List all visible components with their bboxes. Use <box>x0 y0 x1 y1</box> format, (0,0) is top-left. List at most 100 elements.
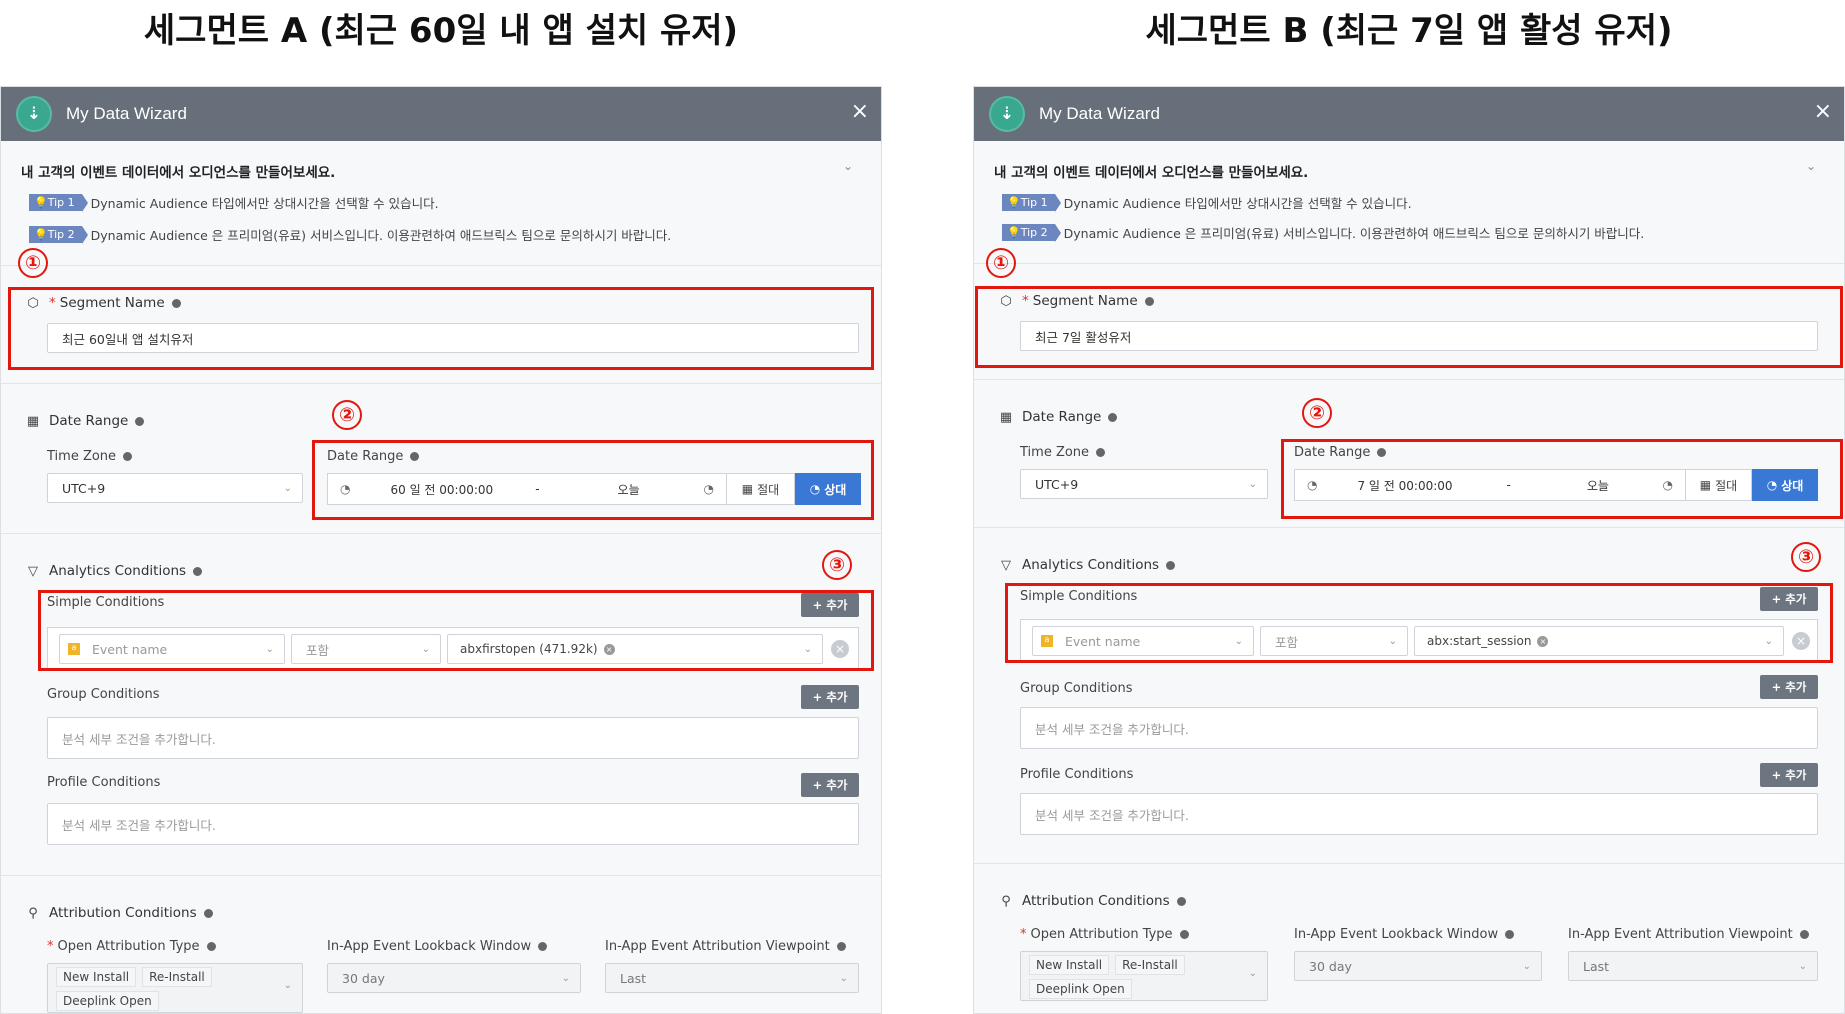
filter-icon: ▽ <box>28 563 38 579</box>
marker-2: ② <box>1302 398 1332 428</box>
chevron-down-icon: ⌄ <box>1248 968 1257 979</box>
attr-tag: Re-Install <box>142 967 212 987</box>
segment-a-heading: 세그먼트 A (최근 60일 내 앱 설치 유저) <box>143 11 739 51</box>
tip-badge: 💡Tip 1 <box>1002 194 1061 212</box>
chevron-down-icon: ⌄ <box>1798 960 1807 972</box>
titlebar: ⇣ My Data Wizard × <box>974 87 1844 141</box>
chevron-down-icon: ⌄ <box>561 972 570 984</box>
add-group-condition-button[interactable]: + 추가 <box>1760 675 1818 699</box>
lookback-label: In-App Event Lookback Window <box>1294 927 1515 942</box>
attr-tag: New Install <box>1029 955 1110 975</box>
wizard-description: 내 고객의 이벤트 데이터에서 오디언스를 만들어보세요. <box>994 165 1309 181</box>
date-range-title: ▦ Date Range <box>998 409 1118 425</box>
date-range-title: ▦ Date Range <box>25 413 145 429</box>
tip-badge: 💡Tip 2 <box>1002 224 1061 242</box>
attr-tag: Deeplink Open <box>56 990 159 1011</box>
open-attribution-select[interactable]: New Install Re-Install Deeplink Open ⌄ <box>1020 951 1268 1001</box>
highlight-simple-conditions <box>38 590 874 671</box>
highlight-date-range <box>1281 439 1843 519</box>
time-zone-select[interactable]: UTC+9 ⌄ <box>1020 469 1268 499</box>
calendar-icon: ▦ <box>999 409 1013 425</box>
segment-a-column: 세그먼트 A (최근 60일 내 앱 설치 유저) ⇣ My Data Wiza… <box>0 0 882 1014</box>
info-icon <box>135 416 145 426</box>
lookback-label: In-App Event Lookback Window <box>327 939 548 954</box>
close-icon[interactable]: × <box>851 99 869 125</box>
app-logo-icon: ⇣ <box>16 96 52 132</box>
viewpoint-select[interactable]: Last ⌄ <box>605 963 859 993</box>
group-conditions-label: Group Conditions <box>47 687 160 702</box>
info-icon <box>1096 448 1106 457</box>
tip-text: Dynamic Audience 타입에서만 상대시간을 선택할 수 있습니다. <box>90 196 439 211</box>
tip-2: 💡Tip 2 Dynamic Audience 은 프리미엄(유료) 서비스입니… <box>29 225 671 244</box>
open-attribution-label: * Open Attribution Type <box>47 939 216 954</box>
viewpoint-label: In-App Event Attribution Viewpoint <box>605 939 846 954</box>
filter-icon: ▽ <box>1001 557 1011 573</box>
chevron-down-icon: ⌄ <box>839 972 848 984</box>
calendar-icon: ▦ <box>26 413 40 429</box>
attr-tag: New Install <box>56 967 137 987</box>
divider <box>1 265 881 266</box>
attribution-conditions-title: ⚲ Attribution Conditions <box>998 893 1186 909</box>
time-zone-select[interactable]: UTC+9 ⌄ <box>47 473 303 503</box>
chevron-down-icon: ⌄ <box>1248 478 1257 490</box>
add-profile-condition-button[interactable]: + 추가 <box>801 773 859 797</box>
open-attribution-select[interactable]: New Install Re-Install Deeplink Open ⌄ <box>47 963 303 1013</box>
tip-text: Dynamic Audience 은 프리미엄(유료) 서비스입니다. 이용관련… <box>90 228 672 243</box>
info-icon <box>1799 930 1809 939</box>
segment-b-heading: 세그먼트 B (최근 7일 앱 활성 유저) <box>1145 11 1673 51</box>
info-icon <box>123 452 133 461</box>
link-icon: ⚲ <box>1001 893 1011 909</box>
add-profile-condition-button[interactable]: + 추가 <box>1760 763 1818 787</box>
divider <box>974 527 1844 528</box>
chevron-down-icon[interactable]: ⌄ <box>843 159 853 173</box>
wizard-panel-a: ⇣ My Data Wizard × 내 고객의 이벤트 데이터에서 오디언스를… <box>0 86 882 1014</box>
tip-2: 💡Tip 2 Dynamic Audience 은 프리미엄(유료) 서비스입니… <box>1002 223 1644 242</box>
marker-3: ③ <box>1791 542 1821 572</box>
profile-conditions-label: Profile Conditions <box>47 775 161 790</box>
divider <box>1 533 881 534</box>
info-icon <box>538 942 548 951</box>
info-icon <box>1176 896 1186 906</box>
info-icon <box>1179 930 1189 939</box>
divider <box>974 379 1844 380</box>
info-icon <box>193 566 203 576</box>
group-conditions-box[interactable]: 분석 세부 조건을 추가합니다. <box>1020 707 1818 749</box>
viewpoint-label: In-App Event Attribution Viewpoint <box>1568 927 1809 942</box>
close-icon[interactable]: × <box>1814 99 1832 125</box>
link-icon: ⚲ <box>28 905 38 921</box>
profile-conditions-box[interactable]: 분석 세부 조건을 추가합니다. <box>1020 793 1818 835</box>
tip-1: 💡Tip 1 Dynamic Audience 타입에서만 상대시간을 선택할 … <box>1002 193 1412 212</box>
time-zone-label: Time Zone <box>1020 445 1106 460</box>
titlebar: ⇣ My Data Wizard × <box>1 87 881 141</box>
profile-conditions-box[interactable]: 분석 세부 조건을 추가합니다. <box>47 803 859 845</box>
info-icon <box>836 942 846 951</box>
lookback-select[interactable]: 30 day ⌄ <box>1294 951 1542 981</box>
group-conditions-box[interactable]: 분석 세부 조건을 추가합니다. <box>47 717 859 759</box>
highlight-segment-name <box>8 287 874 370</box>
chevron-down-icon: ⌄ <box>283 980 292 991</box>
group-conditions-label: Group Conditions <box>1020 681 1133 696</box>
segment-b-column: 세그먼트 B (최근 7일 앱 활성 유저) ⇣ My Data Wizard … <box>973 0 1845 1014</box>
app-title: My Data Wizard <box>1039 104 1160 123</box>
info-icon <box>1108 412 1118 422</box>
viewpoint-select[interactable]: Last ⌄ <box>1568 951 1818 981</box>
lookback-select[interactable]: 30 day ⌄ <box>327 963 581 993</box>
app-logo-icon: ⇣ <box>989 96 1025 132</box>
marker-3: ③ <box>822 550 852 580</box>
attr-tag: Re-Install <box>1115 955 1185 975</box>
wizard-description: 내 고객의 이벤트 데이터에서 오디언스를 만들어보세요. <box>21 165 336 181</box>
chevron-down-icon[interactable]: ⌄ <box>1806 159 1816 173</box>
add-group-condition-button[interactable]: + 추가 <box>801 685 859 709</box>
tip-1: 💡Tip 1 Dynamic Audience 타입에서만 상대시간을 선택할 … <box>29 193 439 212</box>
analytics-conditions-title: ▽ Analytics Conditions <box>25 563 203 579</box>
marker-2: ② <box>332 400 362 430</box>
profile-conditions-label: Profile Conditions <box>1020 767 1134 782</box>
tip-text: Dynamic Audience 타입에서만 상대시간을 선택할 수 있습니다. <box>1063 196 1412 211</box>
tip-badge: 💡Tip 1 <box>29 194 88 212</box>
chevron-down-icon: ⌄ <box>283 482 292 494</box>
marker-1: ① <box>18 248 48 278</box>
tip-badge: 💡Tip 2 <box>29 226 88 244</box>
analytics-conditions-title: ▽ Analytics Conditions <box>998 557 1176 573</box>
divider <box>974 263 1844 264</box>
tip-text: Dynamic Audience 은 프리미엄(유료) 서비스입니다. 이용관련… <box>1063 226 1645 241</box>
